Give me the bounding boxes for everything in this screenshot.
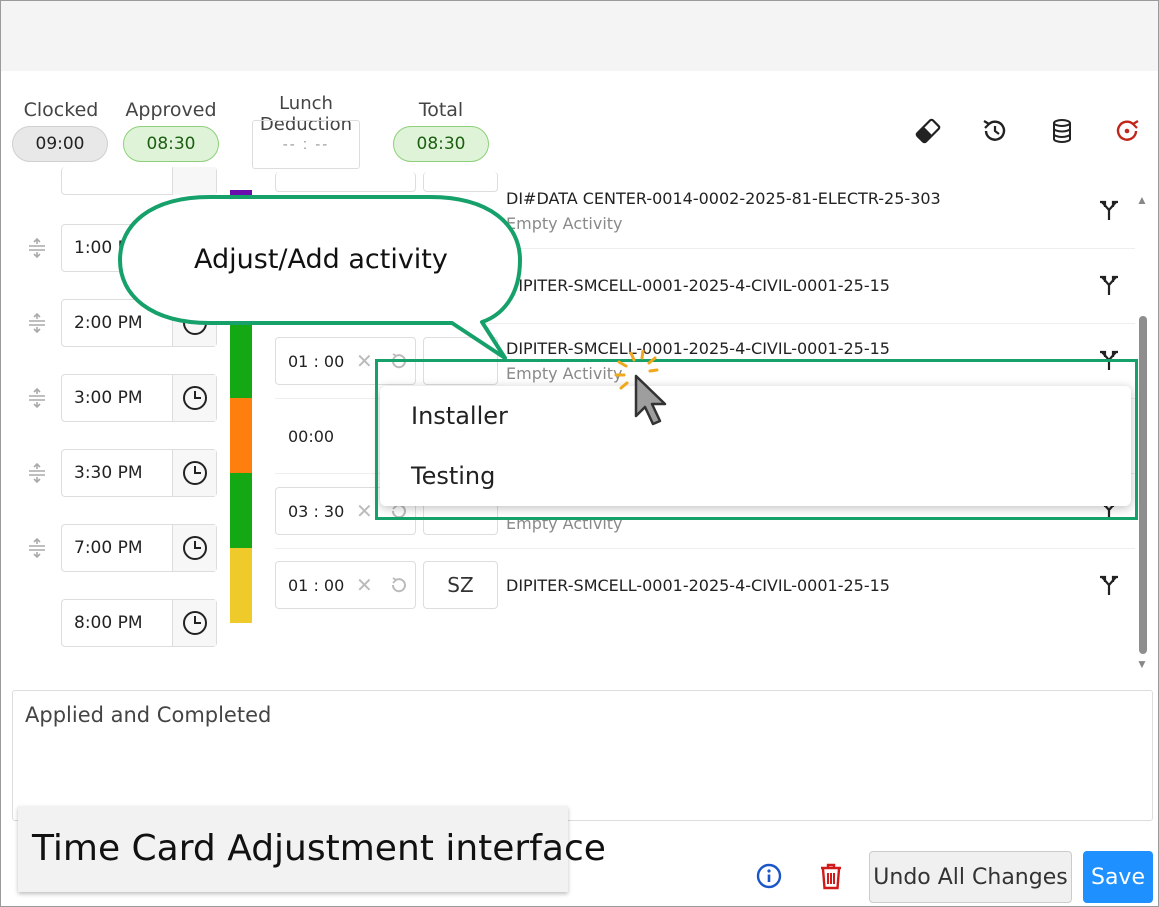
duration-minutes: 30 [323,502,345,521]
reset-icon[interactable] [1112,116,1142,146]
split-icon[interactable] [1097,573,1121,597]
time-slot-value: 3:30 PM [74,463,143,483]
duration-field[interactable]: 01 : 00 ✕ [275,561,416,609]
caption-text: Time Card Adjustment interface [32,828,606,869]
drag-handle-icon[interactable] [26,538,48,558]
approved-label: Approved [125,99,217,121]
scroll-up-arrow[interactable]: ▲ [1136,193,1148,207]
row-divider [275,323,1135,324]
total-value: 08:30 [393,126,489,162]
time-slot[interactable]: 2:00 PM [61,299,217,347]
clock-icon[interactable] [172,600,216,646]
notes-text: Applied and Completed [25,703,272,727]
clock-icon[interactable] [172,525,216,571]
drag-handle-icon[interactable] [26,388,48,408]
activity-color-bar [230,473,252,548]
drag-handle-icon[interactable] [26,463,48,483]
duration-hours: 03 [288,502,309,521]
split-icon[interactable] [1097,198,1121,222]
duration-hours: 01 [288,352,309,371]
undo-all-changes-button[interactable]: Undo All Changes [869,851,1072,903]
top-bar [1,1,1158,71]
time-slot[interactable]: 3:30 PM [61,449,217,497]
time-slot-value: 2:00 PM [74,313,143,333]
code-field-partial[interactable] [423,172,498,192]
activity-label[interactable]: Empty Activity [506,214,623,233]
drag-handle-icon[interactable] [26,238,48,258]
caption-banner: Time Card Adjustment interface [18,806,606,892]
database-icon[interactable] [1047,116,1077,146]
activity-color-bar [230,548,252,623]
scroll-down-arrow[interactable]: ▼ [1136,657,1148,671]
trash-icon[interactable] [819,862,843,890]
row-divider [275,548,1135,549]
job-title: DIPITER-SMCELL-0001-2025-4-CIVIL-0001-25… [506,276,890,295]
clocked-value: 09:00 [12,126,108,162]
eraser-icon[interactable] [913,116,943,146]
duration-minutes: 00 [323,576,345,595]
time-slot[interactable]: 3:00 PM [61,374,217,422]
clock-icon[interactable] [172,450,216,496]
duration-value: 00:00 [288,427,335,446]
activity-color-bar [230,398,252,473]
time-slot[interactable]: 8:00 PM [61,599,217,647]
activity-color-bar [230,190,252,248]
total-label: Total [418,99,464,121]
job-title: DIPITER-SMCELL-0001-2025-4-CIVIL-0001-25… [506,576,890,595]
highlight-box [375,359,1138,520]
clock-icon[interactable] [172,375,216,421]
time-slot-value: 1:00 PM [74,238,143,258]
revert-icon[interactable] [389,575,409,595]
clear-icon[interactable]: ✕ [356,349,373,374]
clear-icon[interactable]: ✕ [356,499,373,524]
time-slot-value: 8:00 PM [74,613,143,633]
time-slot-value: 3:00 PM [74,388,143,408]
clock-icon[interactable] [172,300,216,346]
history-icon[interactable] [980,116,1010,146]
approved-value: 08:30 [123,126,219,162]
clear-icon[interactable]: ✕ [356,573,373,598]
cursor-click-icon [614,350,667,426]
drag-handle-icon[interactable] [26,313,48,333]
callout-text: Adjust/Add activity [194,244,448,275]
scrollbar-thumb[interactable] [1139,316,1147,654]
time-slot-partial[interactable] [61,167,217,195]
info-icon[interactable] [756,863,782,889]
clocked-label: Clocked [23,99,99,121]
time-slot-value: 7:00 PM [74,538,143,558]
duration-minutes: 00 [323,352,345,371]
duration-hours: 01 [288,576,309,595]
split-icon[interactable] [1097,273,1121,297]
save-button[interactable]: Save [1083,851,1153,903]
job-title: DI#DATA CENTER-0014-0002-2025-81-ELECTR-… [506,189,941,208]
notes-textarea[interactable]: Applied and Completed [12,690,1153,821]
code-field[interactable]: SZ [423,561,498,609]
time-slot[interactable]: 7:00 PM [61,524,217,572]
job-title: DIPITER-SMCELL-0001-2025-4-CIVIL-0001-25… [506,339,890,358]
lunch-deduction-input[interactable]: -- : -- [252,120,360,169]
duration-field-partial[interactable] [275,172,416,192]
